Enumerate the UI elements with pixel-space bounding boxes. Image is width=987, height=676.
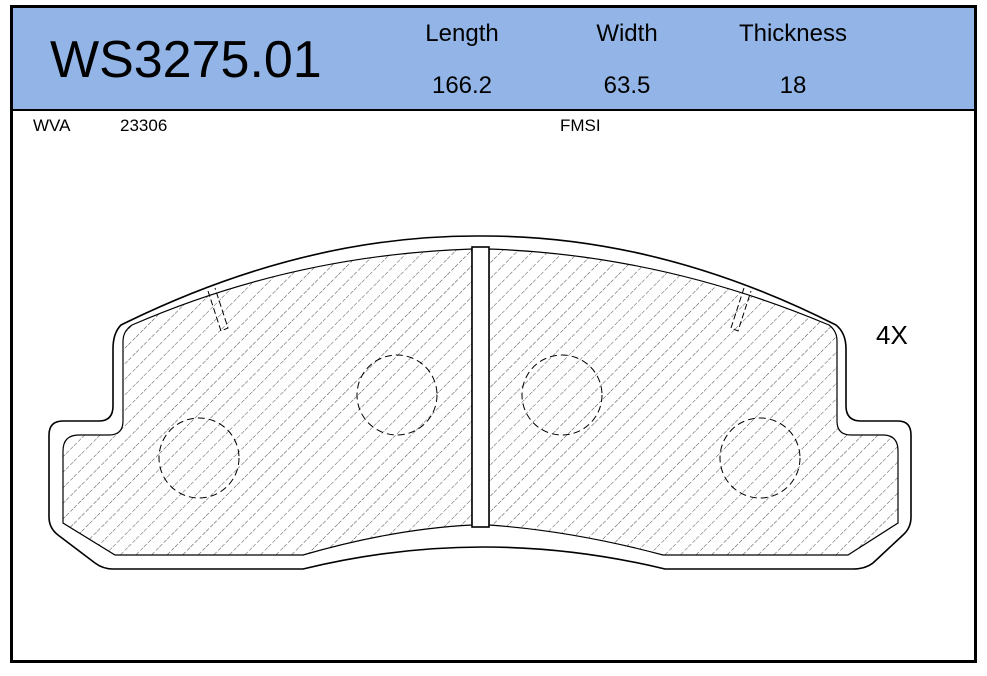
spec-sheet-frame: WS3275.01 Length 166.2 Width 63.5 Thickn… (10, 5, 977, 663)
center-slot (471, 246, 490, 528)
friction-pad-right (488, 248, 899, 556)
brake-pad-drawing (48, 235, 912, 570)
friction-pad-left (62, 248, 473, 556)
